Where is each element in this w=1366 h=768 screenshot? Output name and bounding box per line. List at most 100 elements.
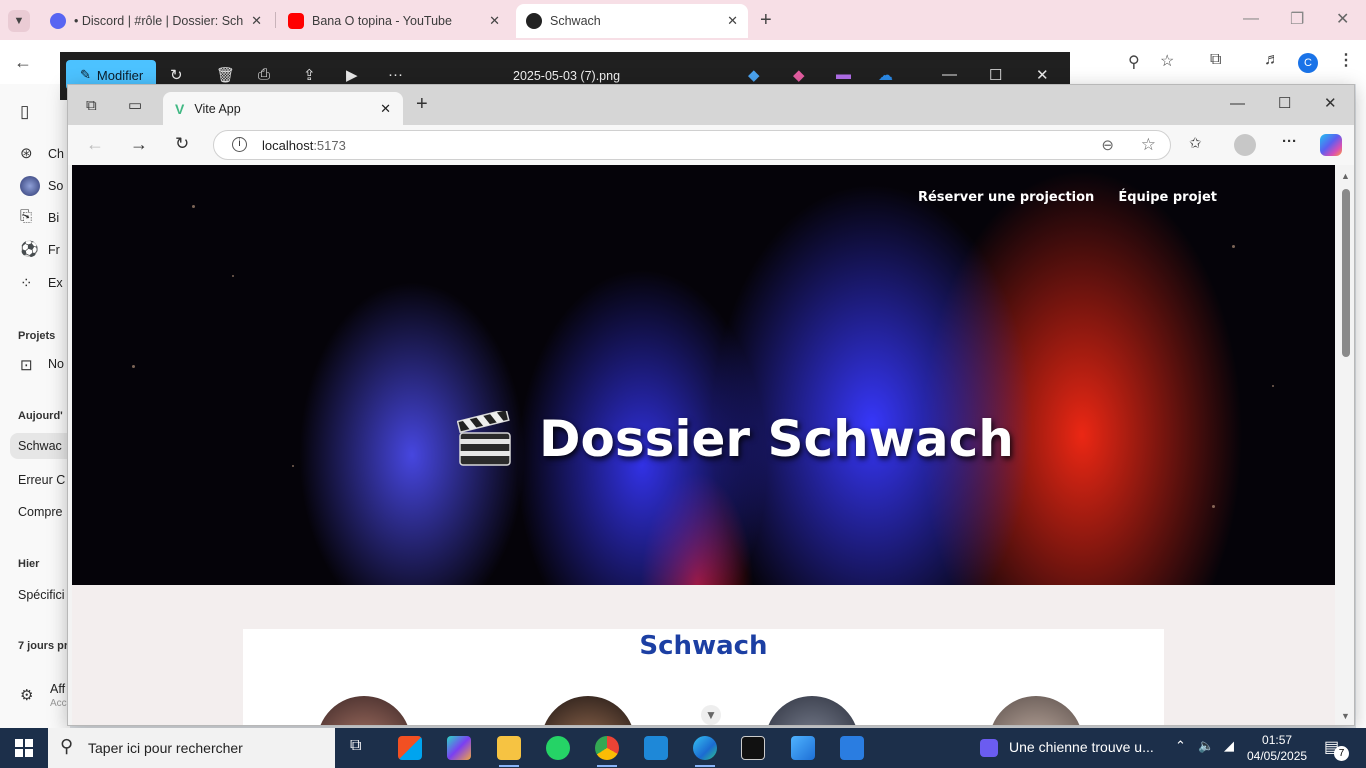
close-tab-icon[interactable]: ✕ xyxy=(727,13,738,29)
close-tab-icon[interactable]: ✕ xyxy=(380,101,391,117)
scroll-down-arrow-icon[interactable]: ▼ xyxy=(1341,711,1350,721)
network-icon[interactable]: ◢ xyxy=(1224,738,1234,754)
restore-icon[interactable]: ❐ xyxy=(1290,9,1304,29)
new-tab-plus-icon[interactable]: + xyxy=(760,9,772,32)
edge-tab-vite-app[interactable]: V Vite App ✕ xyxy=(163,92,403,126)
tab-label: Bana O topina - YouTube xyxy=(312,14,452,28)
delete-icon[interactable]: 🗑 xyxy=(216,66,235,84)
onedrive-icon[interactable]: ☁ xyxy=(878,66,893,84)
slideshow-icon[interactable]: ▶ xyxy=(346,66,358,84)
rotate-icon[interactable]: ↻ xyxy=(170,66,183,84)
close-tab-icon[interactable]: ✕ xyxy=(489,13,500,29)
address-bar[interactable]: i localhost:5173 ⊖ ☆ xyxy=(213,130,1171,160)
page-scrollbar[interactable]: ▲ ▼ xyxy=(1339,167,1353,725)
sidebar-item[interactable]: Fr xyxy=(48,243,60,257)
zoom-icon[interactable]: ⚲ xyxy=(1128,52,1140,72)
chatgpt-sidebar: ▯ ⊛ Ch So ⎘ Bi ⚽ Fr ⁘ Ex Projets ⊡ No Au… xyxy=(0,84,70,728)
team-member-avatar[interactable] xyxy=(762,693,862,725)
site-info-icon[interactable]: i xyxy=(232,137,247,152)
scroll-down-icon[interactable]: ▼ xyxy=(701,705,721,725)
tab-search-chevron-icon[interactable]: ▼ xyxy=(8,10,30,32)
clock-time: 01:57 xyxy=(1262,733,1293,747)
more-icon[interactable]: ··· xyxy=(388,66,403,83)
conversation-item[interactable]: Spécifici xyxy=(18,588,65,602)
nav-link-reserve[interactable]: Réserver une projection xyxy=(918,190,1094,205)
workspaces-icon[interactable]: ⧉ xyxy=(86,97,97,114)
chrome-tab-schwach[interactable]: Schwach ✕ xyxy=(516,4,748,38)
close-window-icon[interactable]: ✕ xyxy=(1324,94,1337,112)
extensions-puzzle-icon[interactable]: ⧉ xyxy=(1210,51,1221,69)
section-title: Schwach xyxy=(639,631,768,661)
edge-icon[interactable] xyxy=(693,736,717,767)
refresh-icon[interactable]: ↻ xyxy=(175,134,189,154)
microsoft-store-icon[interactable] xyxy=(398,736,422,760)
photos-close-icon[interactable]: ✕ xyxy=(1036,66,1049,84)
paint-icon[interactable]: ◆ xyxy=(748,66,760,84)
photo-file-title: 2025-05-03 (7).png xyxy=(513,69,621,83)
media-control-icon[interactable]: ♬ xyxy=(1264,51,1280,69)
chrome-icon[interactable] xyxy=(595,736,619,767)
clipchamp-icon[interactable]: ▬ xyxy=(836,66,851,83)
m365-icon[interactable] xyxy=(447,736,471,760)
back-arrow-icon[interactable]: ← xyxy=(14,52,32,73)
news-widget-icon[interactable] xyxy=(980,739,998,757)
sidebar-item[interactable]: Bi xyxy=(48,211,59,225)
sidebar-item[interactable]: So xyxy=(48,179,63,193)
bookmark-star-icon[interactable]: ☆ xyxy=(1160,51,1174,71)
chrome-menu-icon[interactable]: ⋮ xyxy=(1338,50,1354,70)
zoom-out-icon[interactable]: ⊖ xyxy=(1101,136,1114,154)
favorite-star-icon[interactable]: ☆ xyxy=(1141,135,1156,155)
scrollbar-thumb[interactable] xyxy=(1342,189,1350,357)
account-line1[interactable]: Aff xyxy=(50,682,65,696)
back-arrow-icon[interactable]: ← xyxy=(86,134,104,155)
sidebar-toggle-icon[interactable]: ▯ xyxy=(20,102,29,122)
file-explorer-icon[interactable] xyxy=(497,736,521,767)
designer-icon[interactable]: ◆ xyxy=(793,66,805,84)
photos-app-icon[interactable] xyxy=(791,736,815,760)
settings-more-icon[interactable]: ··· xyxy=(1282,133,1297,150)
team-member-avatar[interactable] xyxy=(314,693,414,725)
conversation-item[interactable]: Erreur C xyxy=(18,473,65,487)
nav-link-team[interactable]: Équipe projet xyxy=(1118,190,1217,205)
share-icon[interactable]: ⇪ xyxy=(303,66,316,84)
vscode-icon[interactable] xyxy=(644,736,668,760)
sidebar-item[interactable]: Ch xyxy=(48,147,64,161)
photos-maximize-icon[interactable]: ☐ xyxy=(989,66,1002,84)
tab-actions-icon[interactable]: ▭ xyxy=(128,96,142,114)
news-widget-text[interactable]: Une chienne trouve u... xyxy=(1009,739,1154,755)
profile-avatar[interactable]: C xyxy=(1298,53,1318,73)
scroll-up-arrow-icon[interactable]: ▲ xyxy=(1341,171,1350,181)
close-window-icon[interactable]: ✕ xyxy=(1336,9,1349,29)
search-placeholder: Taper ici pour rechercher xyxy=(88,740,243,756)
task-view-icon[interactable]: ⧉ xyxy=(350,737,361,755)
windows-start-icon[interactable] xyxy=(15,739,33,757)
volume-icon[interactable]: 🔈 xyxy=(1198,738,1214,754)
new-project-item[interactable]: No xyxy=(48,357,64,371)
profile-avatar[interactable] xyxy=(1234,134,1256,156)
tray-chevron-icon[interactable]: ⌃ xyxy=(1175,738,1186,754)
favorites-icon[interactable]: ✩ xyxy=(1189,134,1202,152)
minimize-icon[interactable]: — xyxy=(1243,10,1259,28)
photos-minimize-icon[interactable]: — xyxy=(942,66,957,83)
chrome-tab-discord[interactable]: • Discord | #rôle | Dossier: Schw ✕ xyxy=(40,4,272,38)
taskbar-clock[interactable]: 01:57 04/05/2025 xyxy=(1247,732,1307,764)
print-icon[interactable]: ⎙ xyxy=(258,66,270,83)
new-tab-plus-icon[interactable]: + xyxy=(416,93,428,116)
chrome-tab-youtube[interactable]: Bana O topina - YouTube ✕ xyxy=(278,4,510,38)
copilot-icon[interactable] xyxy=(1320,134,1342,156)
hero-title-text: Dossier Schwach xyxy=(539,410,1014,468)
conversation-item-selected[interactable]: Schwac xyxy=(10,433,70,459)
whatsapp-icon[interactable] xyxy=(546,736,570,760)
forward-arrow-icon[interactable]: → xyxy=(130,134,148,155)
sidebar-item[interactable]: Ex xyxy=(48,276,63,290)
team-member-avatar[interactable] xyxy=(538,693,638,725)
close-tab-icon[interactable]: ✕ xyxy=(251,13,262,29)
team-member-avatar[interactable] xyxy=(986,693,1086,725)
conversation-item[interactable]: Compre xyxy=(18,505,62,519)
7zip-icon[interactable] xyxy=(741,736,765,760)
background-page-strip xyxy=(1356,84,1366,728)
taskbar-search-box[interactable]: ⚲ Taper ici pour rechercher xyxy=(48,728,335,768)
minimize-icon[interactable]: — xyxy=(1230,95,1245,112)
app-icon[interactable] xyxy=(840,736,864,760)
maximize-icon[interactable]: ☐ xyxy=(1278,94,1291,112)
